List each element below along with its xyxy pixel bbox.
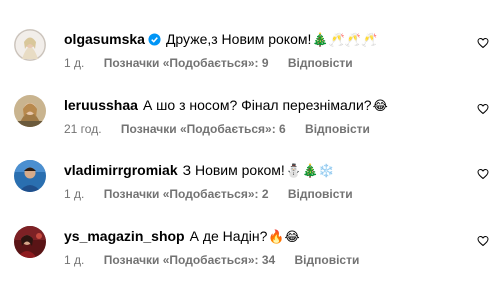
comment-meta: 1 д. Позначки «Подобається»: 2 Відповіст… [64, 186, 353, 202]
comment-emoji: 🔥😂 [268, 229, 300, 244]
avatar[interactable] [14, 29, 46, 61]
comment-emoji: ⛄🎄❄️ [285, 163, 335, 178]
comment-emoji: 🎄🥂🥂🥂 [312, 32, 378, 47]
likes-count-link[interactable]: Позначки «Подобається»: 6 [121, 121, 286, 137]
comment-emoji: 😂 [372, 98, 388, 113]
comment-time[interactable]: 1 д. [64, 252, 84, 268]
comment-time[interactable]: 21 год. [64, 121, 102, 137]
comment-line: leruusshaa А шо з носом? Фінал перезнімал… [64, 96, 388, 115]
like-heart-icon[interactable] [477, 235, 489, 247]
username-link[interactable]: ys_magazin_shop [64, 228, 185, 244]
likes-count-link[interactable]: Позначки «Подобається»: 34 [104, 252, 275, 268]
comment-line: vladimirrgromiak З Новим роком!⛄🎄❄️ [64, 161, 334, 180]
avatar[interactable] [14, 226, 46, 258]
verified-badge-icon [148, 32, 161, 50]
comment-meta: 21 год. Позначки «Подобається»: 6 Відпов… [64, 121, 370, 137]
comment-text: А шо з носом? Фінал перезнімали? [142, 97, 372, 113]
username-link[interactable]: olgasumska [64, 31, 145, 47]
reply-button[interactable]: Відповісти [305, 121, 370, 137]
username-link[interactable]: leruusshaa [64, 97, 138, 113]
reply-button[interactable]: Відповісти [288, 55, 353, 71]
comment-time[interactable]: 1 д. [64, 55, 84, 71]
like-heart-icon[interactable] [477, 37, 489, 49]
avatar[interactable] [14, 160, 46, 192]
comment-line: olgasumska Друже,з Новим роком!🎄🥂🥂🥂 [64, 30, 377, 50]
like-heart-icon[interactable] [477, 168, 489, 180]
comment-text: Друже,з Новим роком! [165, 31, 312, 47]
comment-meta: 1 д. Позначки «Подобається»: 34 Відповіс… [64, 252, 359, 268]
like-heart-icon[interactable] [477, 103, 489, 115]
comment-meta: 1 д. Позначки «Подобається»: 9 Відповіст… [64, 55, 353, 71]
comment-line: ys_magazin_shop А де Надін?🔥😂 [64, 227, 300, 246]
reply-button[interactable]: Відповісти [288, 186, 353, 202]
likes-count-link[interactable]: Позначки «Подобається»: 2 [104, 186, 269, 202]
likes-count-link[interactable]: Позначки «Подобається»: 9 [104, 55, 269, 71]
comment-time[interactable]: 1 д. [64, 186, 84, 202]
comment-text: А де Надін? [189, 228, 268, 244]
comment-text: З Новим роком! [182, 162, 285, 178]
reply-button[interactable]: Відповісти [295, 252, 360, 268]
username-link[interactable]: vladimirrgromiak [64, 162, 178, 178]
avatar[interactable] [14, 95, 46, 127]
